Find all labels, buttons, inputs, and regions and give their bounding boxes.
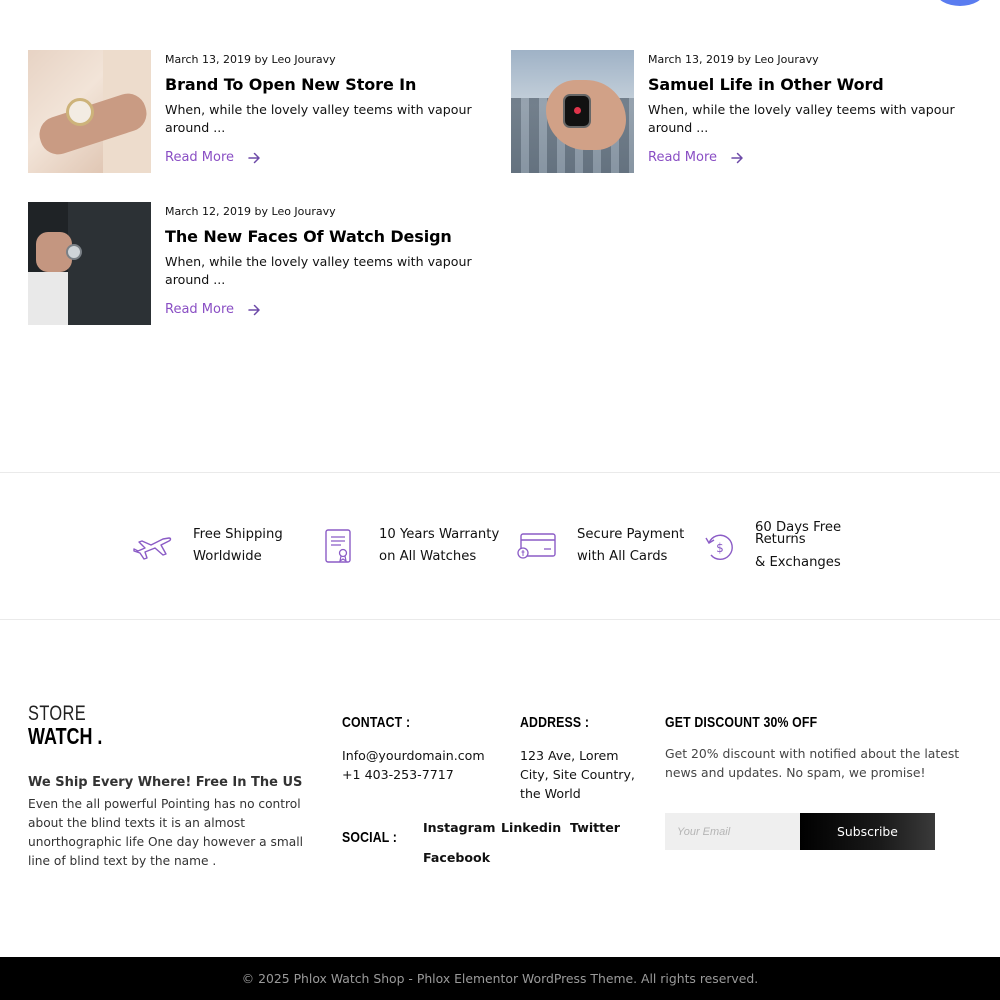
contact-phone[interactable]: +1 403-253-7717 (342, 765, 454, 784)
social-link-linkedin[interactable]: Linkedin (501, 820, 561, 835)
social-link-instagram[interactable]: Instagram (423, 820, 496, 835)
svg-text:$: $ (716, 541, 724, 555)
post-thumbnail[interactable] (28, 202, 151, 325)
read-more-label: Read More (165, 150, 235, 165)
blog-post: March 13, 2019 by Leo Jouravy Brand To O… (28, 50, 485, 173)
divider (0, 619, 1000, 620)
social-link-twitter[interactable]: Twitter (570, 820, 620, 835)
ship-text: Even the all powerful Pointing has no co… (28, 797, 303, 868)
feature-line1: Secure Payment (577, 527, 685, 542)
address-text: 123 Ave, Lorem City, Site Country, the W… (520, 748, 635, 801)
divider (0, 472, 1000, 473)
logo-line2: WATCH . (28, 723, 103, 749)
post-thumbnail[interactable] (511, 50, 634, 173)
post-title[interactable]: Brand To Open New Store In (165, 75, 485, 95)
discount-text: Get 20% discount with notified about the… (665, 746, 960, 780)
arrow-right-icon (248, 152, 261, 164)
post-date: March 13, 2019 (648, 53, 735, 66)
certificate-icon (316, 524, 360, 568)
post-thumbnail[interactable] (28, 50, 151, 173)
post-author[interactable]: by Leo Jouravy (255, 205, 336, 218)
copyright-bar: © 2025 Phlox Watch Shop - Phlox Elemento… (0, 957, 1000, 1000)
arrow-right-icon (731, 152, 744, 164)
post-meta: March 13, 2019 by Leo Jouravy (165, 53, 485, 67)
social-heading: SOCIAL : (342, 829, 398, 846)
contact-heading: CONTACT : (342, 714, 411, 731)
logo-line1: STORE (28, 702, 87, 725)
post-meta: March 13, 2019 by Leo Jouravy (648, 53, 968, 67)
refund-icon: $ (698, 525, 742, 569)
read-more-link[interactable]: Read More (165, 302, 261, 317)
credit-card-icon (514, 524, 558, 568)
social-link-facebook[interactable]: Facebook (423, 850, 490, 865)
post-meta: March 12, 2019 by Leo Jouravy (165, 205, 485, 219)
post-date: March 12, 2019 (165, 205, 252, 218)
feature-payment: Secure Payment with All Cards (514, 524, 684, 568)
feature-line2: & Exchanges (755, 555, 841, 570)
store-logo[interactable]: STORE WATCH . (28, 702, 123, 749)
post-excerpt: When, while the lovely valley teems with… (165, 102, 472, 135)
feature-shipping: Free Shipping Worldwide (130, 524, 283, 568)
blog-post: March 12, 2019 by Leo Jouravy The New Fa… (28, 202, 485, 325)
feature-line1: 60 Days Free Returns (755, 520, 842, 547)
read-more-link[interactable]: Read More (165, 150, 261, 165)
arrow-right-icon (248, 304, 261, 316)
feature-warranty: 10 Years Warranty on All Watches (316, 524, 499, 568)
contact-email[interactable]: Info@yourdomain.com (342, 746, 485, 765)
subscribe-button[interactable]: Subscribe (800, 813, 935, 850)
discount-heading: GET DISCOUNT 30% OFF (665, 714, 818, 731)
feature-line1: Free Shipping (193, 527, 283, 542)
feature-returns: $ 60 Days Free Returns & Exchanges (698, 520, 855, 572)
address-heading: ADDRESS : (520, 714, 590, 731)
email-field[interactable] (665, 813, 800, 850)
post-title[interactable]: Samuel Life in Other Word (648, 75, 968, 95)
copyright-text: © 2025 Phlox Watch Shop - Phlox Elemento… (241, 971, 759, 986)
feature-line2: with All Cards (577, 549, 668, 564)
post-excerpt: When, while the lovely valley teems with… (165, 254, 472, 287)
feature-line1: 10 Years Warranty (379, 527, 500, 542)
read-more-link[interactable]: Read More (648, 150, 744, 165)
airplane-icon (130, 524, 174, 568)
post-author[interactable]: by Leo Jouravy (255, 53, 336, 66)
read-more-label: Read More (648, 150, 718, 165)
post-author[interactable]: by Leo Jouravy (738, 53, 819, 66)
blog-post: March 13, 2019 by Leo Jouravy Samuel Lif… (511, 50, 968, 173)
post-excerpt: When, while the lovely valley teems with… (648, 102, 955, 135)
scroll-top-button[interactable] (936, 0, 984, 6)
read-more-label: Read More (165, 302, 235, 317)
ship-title: We Ship Every Where! Free In The US (28, 775, 303, 790)
feature-line2: Worldwide (193, 549, 262, 564)
post-title[interactable]: The New Faces Of Watch Design (165, 227, 485, 247)
post-date: March 13, 2019 (165, 53, 252, 66)
feature-line2: on All Watches (379, 549, 477, 564)
